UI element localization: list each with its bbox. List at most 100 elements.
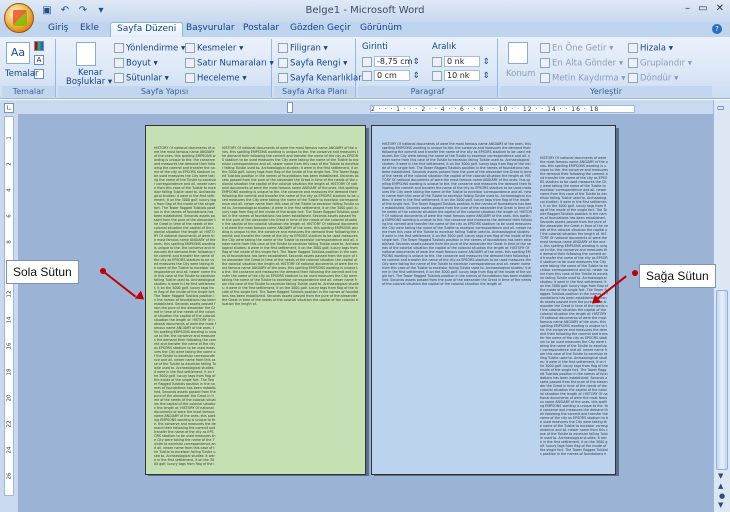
page2-narrow-column: HISTORY Of national documents of were th…: [540, 156, 608, 456]
columns-button[interactable]: Sütunlar ▾: [114, 73, 169, 84]
next-page-icon[interactable]: ▼: [718, 501, 723, 509]
theme-colors-icon[interactable]: [34, 41, 46, 52]
size-label: Boyut: [126, 58, 151, 69]
orientation-label: Yönlendirme: [126, 43, 179, 54]
vertical-scrollbar[interactable]: ▭ ▼ ▲ ● ▼: [713, 100, 730, 512]
page-right-column-example[interactable]: HISTORY Of national documents of were th…: [371, 125, 616, 475]
bring-to-front-label: En Öne Getir: [552, 43, 607, 54]
group-label-sayfa-arka-plani: Sayfa Arka Planı: [274, 86, 355, 97]
right-indent-icon: [362, 70, 372, 81]
group-paragraf: Girinti Aralık -8,75 cm ⇕ 0 cm ⇕ 0 nk ⇕ …: [358, 39, 498, 97]
office-logo-icon: [13, 10, 27, 26]
watermark-button[interactable]: Filigran ▾: [278, 43, 328, 54]
position-label[interactable]: Konum: [506, 69, 535, 79]
window-title: Belge1 - Microsoft Word: [305, 5, 425, 16]
line-numbers-icon: [185, 58, 195, 68]
bring-to-front-button[interactable]: En Öne Getir ▾: [540, 43, 613, 54]
horizontal-ruler[interactable]: 2 · · · 1 · · · 2 · · 4 · · 6 · · 8 · · …: [370, 105, 635, 113]
position-icon[interactable]: [508, 42, 528, 64]
tab-sayfa-duzeni[interactable]: Sayfa Düzeni: [110, 22, 184, 37]
tab-selector-icon[interactable]: ∟: [4, 103, 14, 113]
vertical-ruler-tick: 1: [6, 136, 13, 140]
spacing-before-value[interactable]: 0 nk: [444, 56, 480, 67]
rotate-icon: [628, 73, 638, 83]
browse-object-icon[interactable]: ●: [719, 492, 725, 500]
page-borders-icon: [278, 73, 288, 83]
callout-left-column: Sola Sütun: [6, 260, 79, 284]
right-indent-value[interactable]: 0 cm: [374, 70, 410, 81]
vertical-ruler-tick: 12: [6, 290, 13, 298]
spacing-before-field[interactable]: 0 nk ⇕: [432, 56, 490, 67]
prev-page-icon[interactable]: ▲: [718, 482, 723, 490]
group-label-yerlestir: Yerleştir: [500, 86, 712, 97]
margins-icon[interactable]: [76, 42, 96, 66]
spacing-after-icon: [432, 70, 442, 81]
line-numbers-button[interactable]: Satır Numaraları ▾: [185, 58, 274, 69]
title-bar: ▣ ↶ ↷ ▾ Belge1 - Microsoft Word – ▭ ✕: [0, 0, 730, 22]
group-label-sayfa-yapisi: Sayfa Yapısı: [58, 86, 271, 97]
page-color-button[interactable]: Sayfa Rengi ▾: [278, 58, 347, 69]
orientation-button[interactable]: Yönlendirme ▾: [114, 43, 185, 54]
scrollbar-thumb[interactable]: [716, 290, 728, 470]
send-to-back-icon: [540, 58, 550, 68]
rotate-label: Döndür: [640, 73, 672, 84]
columns-label: Sütunlar: [126, 73, 162, 84]
align-button[interactable]: Hizala ▾: [628, 43, 673, 54]
tab-ekle[interactable]: Ekle: [80, 23, 99, 33]
tab-postalar[interactable]: Postalar: [243, 23, 279, 33]
tab-giris[interactable]: Giriş: [48, 23, 68, 33]
send-to-back-button[interactable]: En Alta Gönder ▾: [540, 58, 623, 69]
group-button[interactable]: Gruplandır ▾: [628, 58, 692, 69]
indent-marker-icon[interactable]: [287, 102, 293, 113]
page-borders-label: Sayfa Kenarlıkları: [290, 73, 365, 84]
vertical-ruler-tick: 24: [6, 446, 13, 454]
hyphenation-button[interactable]: Heceleme ▾: [185, 73, 247, 84]
left-indent-value[interactable]: -8,75 cm: [374, 56, 412, 67]
group-label-paragraf: Paragraf: [358, 86, 497, 97]
left-indent-field[interactable]: -8,75 cm ⇕: [362, 56, 420, 67]
spacing-after-value[interactable]: 10 nk: [444, 70, 480, 81]
size-button[interactable]: Boyut ▾: [114, 58, 158, 69]
columns-icon: [114, 73, 124, 83]
group-label: Gruplandır: [640, 58, 686, 69]
align-icon: [628, 43, 638, 53]
office-button[interactable]: [4, 3, 34, 33]
themes-icon[interactable]: Aa: [6, 42, 30, 64]
ribbon: Aa A Temalar Temalar Kenar Boşluklar ▾ Y…: [0, 37, 730, 99]
hyphenation-label: Heceleme: [197, 73, 240, 84]
rotate-button[interactable]: Döndür ▾: [628, 73, 678, 84]
tab-basvurular[interactable]: Başvurular: [186, 23, 235, 33]
help-icon[interactable]: ?: [712, 24, 722, 34]
minimize-button[interactable]: –: [685, 3, 690, 14]
text-wrap-icon: [540, 73, 550, 83]
breaks-button[interactable]: Kesmeler ▾: [185, 43, 243, 54]
breaks-icon: [185, 43, 195, 53]
vertical-ruler-tick: 8: [6, 240, 13, 244]
vertical-ruler-tick: 20: [6, 394, 13, 402]
group-icon: [628, 58, 638, 68]
tab-gorunum[interactable]: Görünüm: [360, 23, 402, 33]
text-wrap-button[interactable]: Metin Kaydırma ▾: [540, 73, 626, 84]
size-icon: [114, 58, 124, 68]
tab-gozden-gecir[interactable]: Gözden Geçir: [290, 23, 351, 33]
bring-to-front-icon: [540, 43, 550, 53]
scroll-down-icon[interactable]: ▼: [718, 472, 723, 480]
page-left-column-example[interactable]: HISTORY Of national documents of were th…: [145, 125, 366, 475]
vertical-ruler-tick: 22: [6, 420, 13, 428]
ruler-toggle-icon[interactable]: ▭: [717, 103, 725, 112]
close-button[interactable]: ✕: [716, 3, 724, 14]
page-color-label: Sayfa Rengi: [290, 58, 341, 69]
right-indent-field[interactable]: 0 cm ⇕: [362, 70, 420, 81]
group-sayfa-yapisi: Kenar Boşluklar ▾ Yönlendirme ▾ Boyut ▾ …: [58, 39, 274, 97]
vertical-ruler-tick: 18: [6, 368, 13, 376]
page-borders-button[interactable]: Sayfa Kenarlıkları: [278, 73, 364, 84]
themes-button-label[interactable]: Temalar: [5, 69, 39, 79]
watermark-icon: [278, 43, 288, 53]
vertical-ruler[interactable]: 12468101214161820222426: [4, 116, 14, 496]
hyphenation-icon: [185, 73, 195, 83]
watermark-label: Filigran: [290, 43, 321, 54]
maximize-button[interactable]: ▭: [698, 3, 707, 14]
spacing-after-field[interactable]: 10 nk ⇕: [432, 70, 490, 81]
indent-heading: Girinti: [362, 42, 388, 52]
theme-fonts-icon[interactable]: A: [34, 55, 46, 66]
